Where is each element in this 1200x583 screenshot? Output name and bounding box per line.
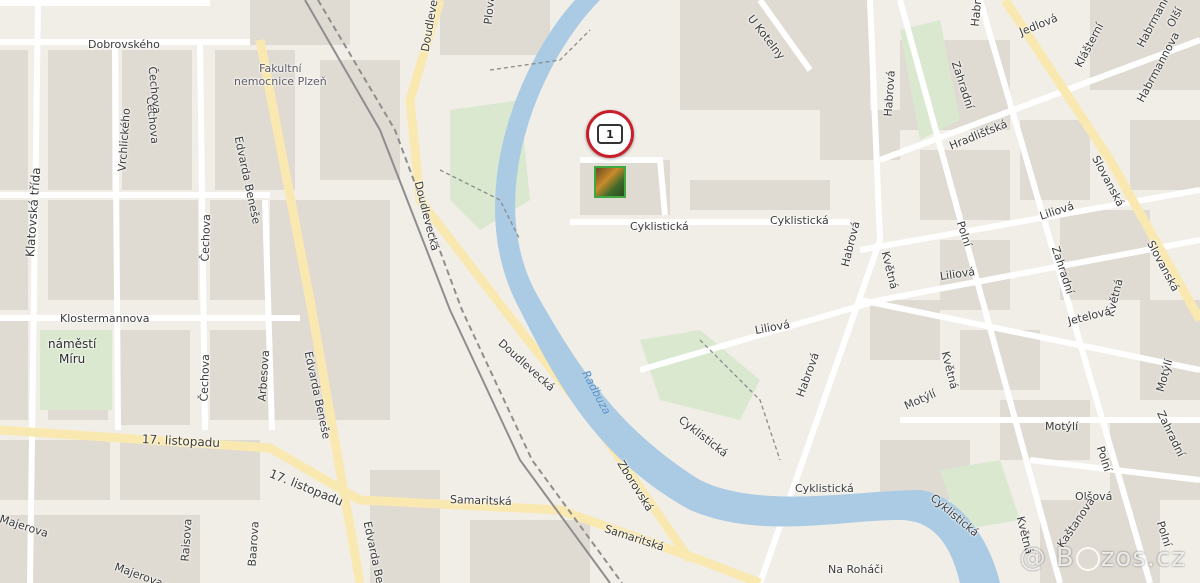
banknote-icon: 1: [597, 124, 623, 144]
listing-cluster-marker[interactable]: 1: [586, 110, 634, 158]
map-canvas[interactable]: [0, 0, 1200, 583]
watermark-suffix: zos.cz: [1100, 543, 1186, 573]
listing-photo-thumbnail[interactable]: [594, 166, 626, 198]
bazos-watermark: @ Bzos.cz: [1020, 543, 1186, 573]
map-view[interactable]: Dobrovského Klatovská třída Vrchlického …: [0, 0, 1200, 583]
city-blocks: [0, 0, 1200, 583]
watermark-at: @: [1019, 543, 1047, 573]
marker-count: 1: [606, 127, 614, 141]
top-corner-strip: [0, 0, 210, 6]
watermark-prefix: B: [1055, 543, 1075, 573]
watermark-ball-icon: [1075, 546, 1100, 571]
